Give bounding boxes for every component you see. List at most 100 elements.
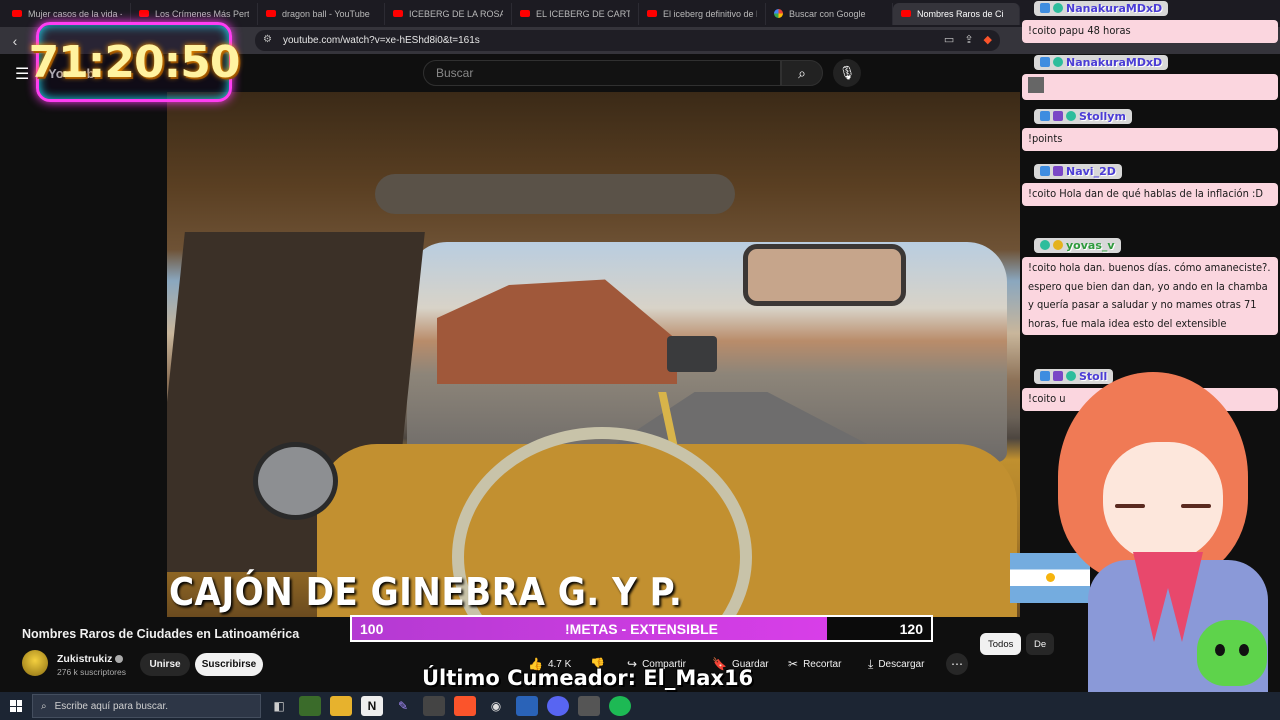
browser-tab-label: EL ICEBERG DE CARTOON	[536, 8, 630, 19]
chat-username-text: NanakuraMDxD	[1066, 1, 1163, 15]
url-text: youtube.com/watch?v=xe-hEShd8i0&t=161s	[283, 35, 480, 46]
vtuber-eye	[1115, 504, 1145, 508]
channel-name-text: Zukistrukiz	[57, 653, 113, 665]
browser-tab-label: Mujer casos de la vida - Fa	[28, 8, 122, 19]
video-title: Nombres Raros de Ciudades en Latinoaméri…	[22, 627, 300, 641]
youtube-icon	[647, 10, 657, 17]
browser-tab-label: El iceberg definitivo de Be	[663, 8, 757, 19]
taskbar-apps: ◧ N ✎ ◉	[268, 696, 631, 716]
clip-button[interactable]: ✂ Recortar	[788, 653, 841, 675]
calculator-icon[interactable]	[423, 696, 445, 716]
share-icon[interactable]: ⇪	[964, 33, 973, 46]
browser-tab[interactable]: dragon ball - YouTube	[258, 2, 385, 25]
site-settings-icon[interactable]: ⚙	[263, 34, 272, 45]
emote-image	[1028, 77, 1044, 93]
browser-tab[interactable]: Nombres Raros de Ci	[893, 2, 1020, 25]
youtube-icon	[393, 10, 403, 17]
frog-mascot	[1197, 620, 1267, 686]
browser-tab-label: Los Crímenes Más Perturb	[155, 8, 249, 19]
chat-text: !points	[1022, 128, 1278, 151]
windows-start-button[interactable]	[0, 692, 32, 720]
badge-icon	[1053, 240, 1063, 250]
windows-taskbar: ⌕ Escribe aquí para buscar. ◧ N ✎ ◉	[0, 692, 1280, 720]
editor-icon[interactable]	[516, 696, 538, 716]
video-scene-truck	[667, 336, 717, 372]
cast-icon[interactable]: ▭	[944, 33, 954, 46]
subscriber-count: 276 k suscriptores	[57, 667, 126, 677]
chat-message: Navi_2D !coito Hola dan de qué hablas de…	[1022, 163, 1278, 206]
browser-tab-label: Buscar con Google	[789, 8, 866, 19]
menu-icon[interactable]: ☰	[15, 64, 29, 84]
video-player[interactable]: CAJÓN DE GINEBRA G. Y P.	[167, 92, 1020, 617]
back-icon[interactable]: ‹	[2, 30, 28, 52]
subscribe-button[interactable]: Suscribirse	[195, 653, 263, 676]
video-scene-rearview-mirror	[743, 244, 906, 306]
goal-progress-bar: 100 !METAS - EXTENSIBLE 120	[350, 615, 933, 642]
obs-icon[interactable]: ◉	[485, 696, 507, 716]
chat-username: yovas_v	[1034, 237, 1121, 253]
chat-username-text: Navi_2D	[1066, 164, 1116, 178]
download-label: Descargar	[878, 658, 925, 670]
chat-text: !coito hola dan. buenos días. cómo amane…	[1022, 257, 1278, 335]
youtube-icon	[12, 10, 22, 17]
browser-tab[interactable]: EL ICEBERG DE CARTOON	[512, 2, 639, 25]
badge-icon	[1053, 57, 1063, 67]
browser-tab-label: ICEBERG DE LA ROSA DE G	[409, 8, 503, 19]
brave-shield-icon[interactable]: ◆	[984, 33, 992, 46]
chat-username: NanakuraMDxD	[1034, 54, 1169, 70]
video-scene-sun-visor	[375, 174, 735, 214]
browser-tab[interactable]: Buscar con Google	[766, 2, 893, 25]
search-icon[interactable]: ⌕	[781, 60, 823, 86]
media-player-icon[interactable]	[578, 696, 600, 716]
browser-tab-label: Nombres Raros de Ci	[917, 8, 1004, 19]
chat-message: NanakuraMDxD !coito papu 48 horas	[1022, 0, 1278, 43]
video-caption: CAJÓN DE GINEBRA G. Y P.	[169, 570, 683, 614]
clip-label: Recortar	[803, 658, 842, 670]
download-icon: ⤓	[868, 656, 874, 671]
chat-message: yovas_v !coito hola dan. buenos días. có…	[1022, 237, 1278, 335]
chat-text: !coito papu 48 horas	[1022, 20, 1278, 43]
goal-label: !METAS - EXTENSIBLE	[565, 621, 718, 637]
chat-username-text: yovas_v	[1066, 238, 1115, 252]
download-button[interactable]: ⤓ Descargar	[868, 653, 924, 675]
badge-icon	[1066, 111, 1076, 121]
channel-name[interactable]: Zukistrukiz	[57, 653, 124, 665]
vtuber-face	[1103, 442, 1223, 562]
taskbar-search-input[interactable]: ⌕ Escribe aquí para buscar.	[32, 694, 261, 718]
youtube-icon	[520, 10, 530, 17]
browser-tab-label: dragon ball - YouTube	[282, 8, 370, 19]
badge-icon	[1040, 111, 1050, 121]
join-button[interactable]: Unirse	[140, 653, 190, 676]
taskbar-search-placeholder: Escribe aquí para buscar.	[54, 700, 169, 712]
search-input[interactable]: Buscar	[423, 60, 781, 86]
browser-tab[interactable]: ICEBERG DE LA ROSA DE G	[385, 2, 512, 25]
spotify-icon[interactable]	[609, 696, 631, 716]
discord-icon[interactable]	[547, 696, 569, 716]
verified-icon	[115, 655, 124, 664]
channel-avatar[interactable]	[22, 650, 48, 676]
chat-message: NanakuraMDxD	[1022, 54, 1278, 100]
chat-text	[1022, 74, 1278, 100]
chat-username: NanakuraMDxD	[1034, 0, 1169, 16]
youtube-icon	[901, 10, 911, 17]
badge-icon	[1040, 3, 1050, 13]
app-icon[interactable]	[299, 696, 321, 716]
video-scene-side-mirror	[253, 442, 338, 520]
file-explorer-icon[interactable]	[330, 696, 352, 716]
microphone-icon[interactable]: 🎙	[833, 59, 861, 87]
chip-todos[interactable]: Todos	[980, 633, 1022, 655]
stream-timer-text: 71:20:50	[28, 36, 241, 88]
chat-username: Stollym	[1034, 108, 1132, 124]
pen-app-icon[interactable]: ✎	[392, 696, 414, 716]
task-view-icon[interactable]: ◧	[268, 696, 290, 716]
address-bar[interactable]: ⚙ youtube.com/watch?v=xe-hEShd8i0&t=161s…	[255, 30, 1000, 51]
badge-icon	[1040, 166, 1050, 176]
notion-icon[interactable]: N	[361, 696, 383, 716]
more-actions-icon[interactable]: ⋯	[946, 653, 968, 675]
chat-username-text: NanakuraMDxD	[1066, 55, 1163, 69]
last-cumeador-text: Último Cumeador: El_Max16	[422, 666, 754, 690]
chat-username: Navi_2D	[1034, 163, 1122, 179]
url-bar-actions: ▭ ⇪ ◆	[944, 33, 992, 46]
brave-browser-icon[interactable]	[454, 696, 476, 716]
browser-tab[interactable]: El iceberg definitivo de Be	[639, 2, 766, 25]
